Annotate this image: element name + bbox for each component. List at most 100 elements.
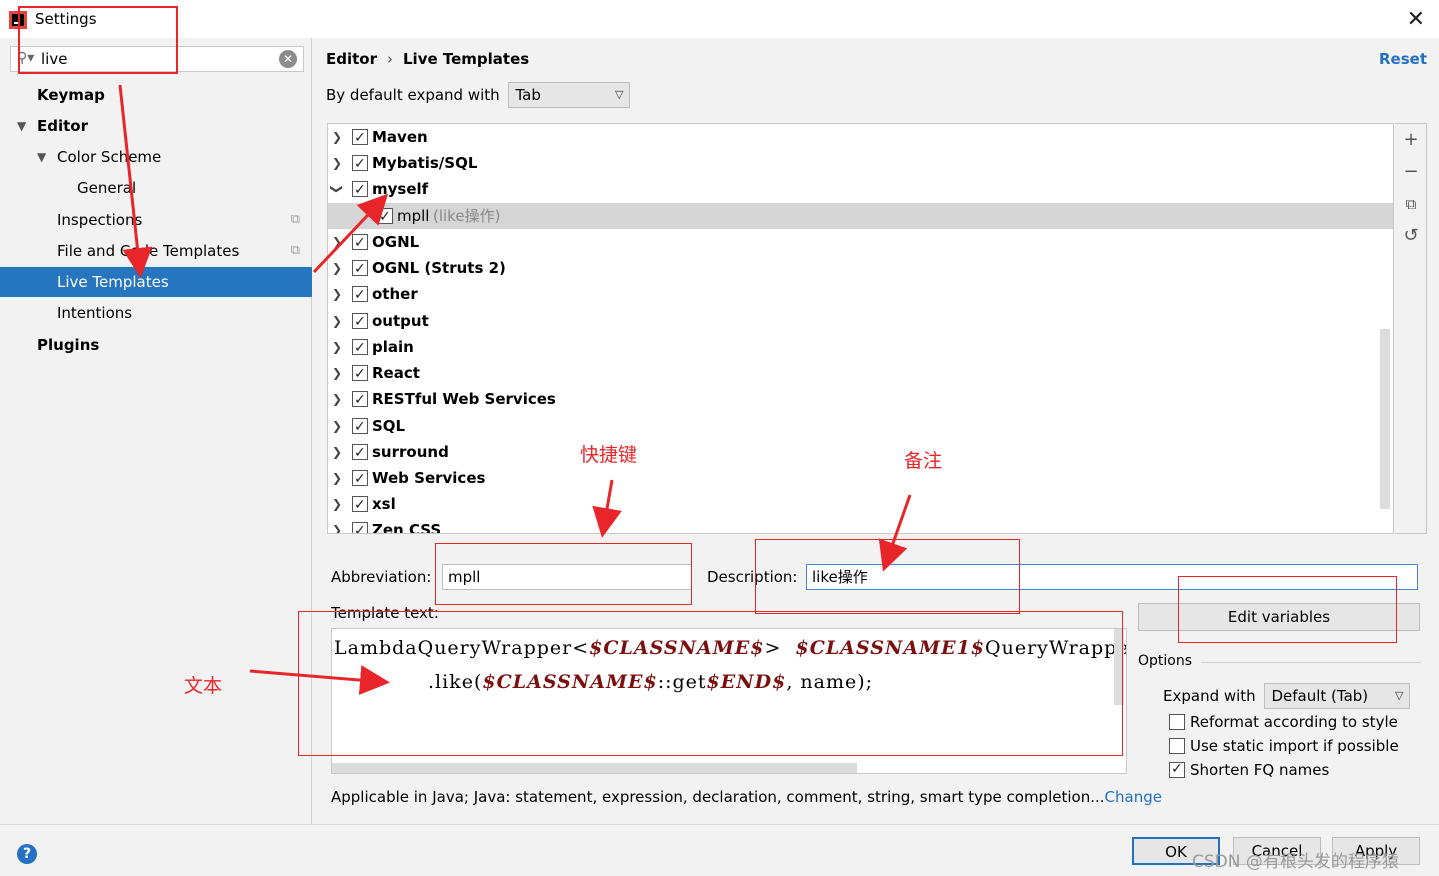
tree-row-mybatis-sql[interactable]: ❯ Mybatis/SQL [328, 150, 1393, 177]
tree-row-web-services[interactable]: ❯ Web Services [328, 465, 1393, 492]
change-link[interactable]: Change [1105, 788, 1162, 806]
chevron-right-icon[interactable]: ❯ [332, 465, 342, 491]
sidebar-item-editor[interactable]: ▼ Editor [0, 111, 312, 141]
reformat-checkbox[interactable] [1169, 714, 1185, 730]
sidebar-item-inspections[interactable]: Inspections ⧉ [0, 205, 312, 235]
chevron-down-icon[interactable]: ▼ [17, 111, 26, 141]
chevron-right-icon[interactable]: ❯ [332, 150, 342, 176]
title-bar: Settings ✕ [0, 0, 1439, 38]
sidebar-item-label: Editor [37, 117, 88, 135]
chevron-right-icon[interactable]: ❯ [332, 491, 342, 517]
project-settings-icon: ⧉ [290, 212, 300, 227]
chevron-right-icon[interactable]: ❯ [332, 124, 342, 150]
sidebar-item-file-and-code-templates[interactable]: File and Code Templates ⧉ [0, 236, 312, 266]
options-title: Options [1138, 653, 1193, 669]
chevron-right-icon[interactable]: ❯ [332, 439, 342, 465]
breadcrumb-live-templates: Live Templates [403, 50, 530, 68]
default-expand-label: By default expand with [326, 86, 500, 104]
clear-search-icon[interactable]: ✕ [279, 50, 297, 68]
chevron-right-icon[interactable]: ❯ [332, 281, 342, 307]
restore-icon[interactable]: ↺ [1401, 226, 1421, 246]
default-expand-select[interactable]: Tab ▽ [508, 82, 631, 108]
annotation-box-edit-variables [1178, 576, 1397, 643]
group-checkbox[interactable] [352, 466, 368, 492]
group-label: SQL [372, 417, 406, 435]
group-checkbox[interactable] [352, 518, 368, 533]
group-checkbox[interactable] [352, 125, 368, 151]
shorten-fq-checkbox[interactable] [1169, 758, 1185, 780]
static-import-checkbox[interactable] [1169, 738, 1185, 754]
close-icon[interactable]: ✕ [1407, 7, 1425, 32]
reset-link[interactable]: Reset [1379, 50, 1427, 68]
tree-scrollbar[interactable] [1380, 329, 1390, 509]
group-checkbox[interactable] [352, 361, 368, 387]
tree-row-mpll[interactable]: mpll (like操作) [328, 203, 1393, 230]
group-checkbox[interactable] [352, 335, 368, 361]
group-checkbox[interactable] [352, 230, 368, 256]
add-icon[interactable]: + [1401, 130, 1421, 150]
chevron-right-icon[interactable]: ❯ [332, 360, 342, 386]
tree-row-other[interactable]: ❯ other [328, 281, 1393, 308]
applicable-text: Applicable in Java; Java: statement, exp… [331, 788, 1105, 806]
group-checkbox[interactable] [352, 387, 368, 413]
template-groups-tree[interactable]: ❯ Maven ❯ Mybatis/SQL ❯ myself mpll (lik… [327, 123, 1394, 534]
sidebar-item-live-templates[interactable]: Live Templates [0, 267, 312, 297]
tree-row-plain[interactable]: ❯ plain [328, 334, 1393, 361]
tree-row-sql[interactable]: ❯ SQL [328, 413, 1393, 440]
chevron-right-icon[interactable]: ❯ [332, 334, 342, 360]
chevron-right-icon[interactable]: ❯ [332, 308, 342, 334]
remove-icon[interactable]: − [1401, 162, 1421, 182]
chevron-down-icon[interactable]: ▼ [37, 142, 46, 172]
tree-row-output[interactable]: ❯ output [328, 308, 1393, 335]
group-label: Web Services [372, 469, 486, 487]
annotation-shortcut: 快捷键 [580, 444, 638, 466]
sidebar-item-intentions[interactable]: Intentions [0, 298, 312, 328]
sidebar-item-plugins[interactable]: Plugins [0, 330, 312, 360]
chevron-right-icon[interactable]: ❯ [332, 229, 342, 255]
group-checkbox[interactable] [352, 440, 368, 466]
tree-row-xsl[interactable]: ❯ xsl [328, 491, 1393, 518]
annotation-remark: 备注 [904, 450, 943, 472]
tree-row-ognl[interactable]: ❯ OGNL [328, 229, 1393, 256]
chevron-right-icon[interactable]: ❯ [332, 255, 342, 281]
default-expand-row: By default expand with Tab ▽ [326, 82, 631, 108]
sidebar-item-keymap[interactable]: Keymap [0, 80, 312, 110]
breadcrumb-editor[interactable]: Editor [326, 50, 377, 68]
group-checkbox[interactable] [352, 414, 368, 440]
expand-with-select[interactable]: Default (Tab) ▽ [1264, 683, 1411, 709]
template-checkbox[interactable] [377, 204, 393, 230]
sidebar-item-label: General [77, 179, 137, 197]
sidebar-item-color-scheme[interactable]: ▼ Color Scheme [0, 142, 312, 172]
tree-row-maven[interactable]: ❯ Maven [328, 124, 1393, 151]
tree-row-surround[interactable]: ❯ surround [328, 439, 1393, 466]
editor-horizontal-scrollbar[interactable] [332, 763, 857, 773]
tree-row-ognl-struts[interactable]: ❯ OGNL (Struts 2) [328, 255, 1393, 282]
group-label: myself [372, 180, 429, 198]
chevron-right-icon[interactable]: ❯ [332, 413, 342, 439]
group-checkbox[interactable] [352, 177, 368, 203]
chevron-down-icon[interactable]: ❯ [328, 184, 350, 194]
tree-row-zen-css[interactable]: ❯ Zen CSS [328, 517, 1393, 533]
group-checkbox[interactable] [352, 492, 368, 518]
chevron-right-icon[interactable]: ❯ [332, 517, 342, 533]
sidebar-item-label: Keymap [37, 86, 105, 104]
tree-row-restful[interactable]: ❯ RESTful Web Services [328, 386, 1393, 413]
default-expand-value: Tab [515, 86, 541, 104]
help-icon[interactable]: ? [17, 844, 37, 864]
tree-row-myself[interactable]: ❯ myself [328, 176, 1393, 203]
group-checkbox[interactable] [352, 282, 368, 308]
sidebar-item-label: Plugins [37, 336, 100, 354]
tree-toolbar: + − ⧉ ↺ [1395, 123, 1427, 534]
chevron-right-icon[interactable]: ❯ [332, 386, 342, 412]
group-checkbox[interactable] [352, 256, 368, 282]
sidebar-item-general[interactable]: General [0, 173, 312, 203]
group-label: output [372, 312, 429, 330]
group-label: RESTful Web Services [372, 390, 556, 408]
annotation-box-abbreviation [435, 543, 692, 605]
template-description: (like操作) [433, 207, 501, 225]
group-checkbox[interactable] [352, 309, 368, 335]
group-checkbox[interactable] [352, 151, 368, 177]
copy-icon[interactable]: ⧉ [1401, 194, 1421, 214]
tree-row-react[interactable]: ❯ React [328, 360, 1393, 387]
dialog-footer: ? OK Cancel Apply CSDN @有根头发的程序猿 [0, 824, 1439, 876]
